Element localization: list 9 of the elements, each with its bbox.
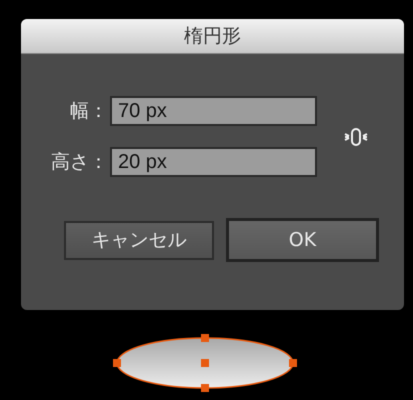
field-label: 高さ： xyxy=(50,150,109,175)
chain-link-icon[interactable] xyxy=(343,126,369,148)
ok-button[interactable]: OK xyxy=(226,218,379,262)
selected-ellipse-drawing[interactable] xyxy=(113,334,297,392)
dialog-title: 楕円形 xyxy=(21,19,404,54)
field-label: 幅： xyxy=(69,99,109,124)
input-field[interactable]: 70 px xyxy=(110,96,317,126)
cancel-button[interactable]: キャンセル xyxy=(64,220,214,260)
input-field[interactable]: 20 px xyxy=(110,147,317,177)
